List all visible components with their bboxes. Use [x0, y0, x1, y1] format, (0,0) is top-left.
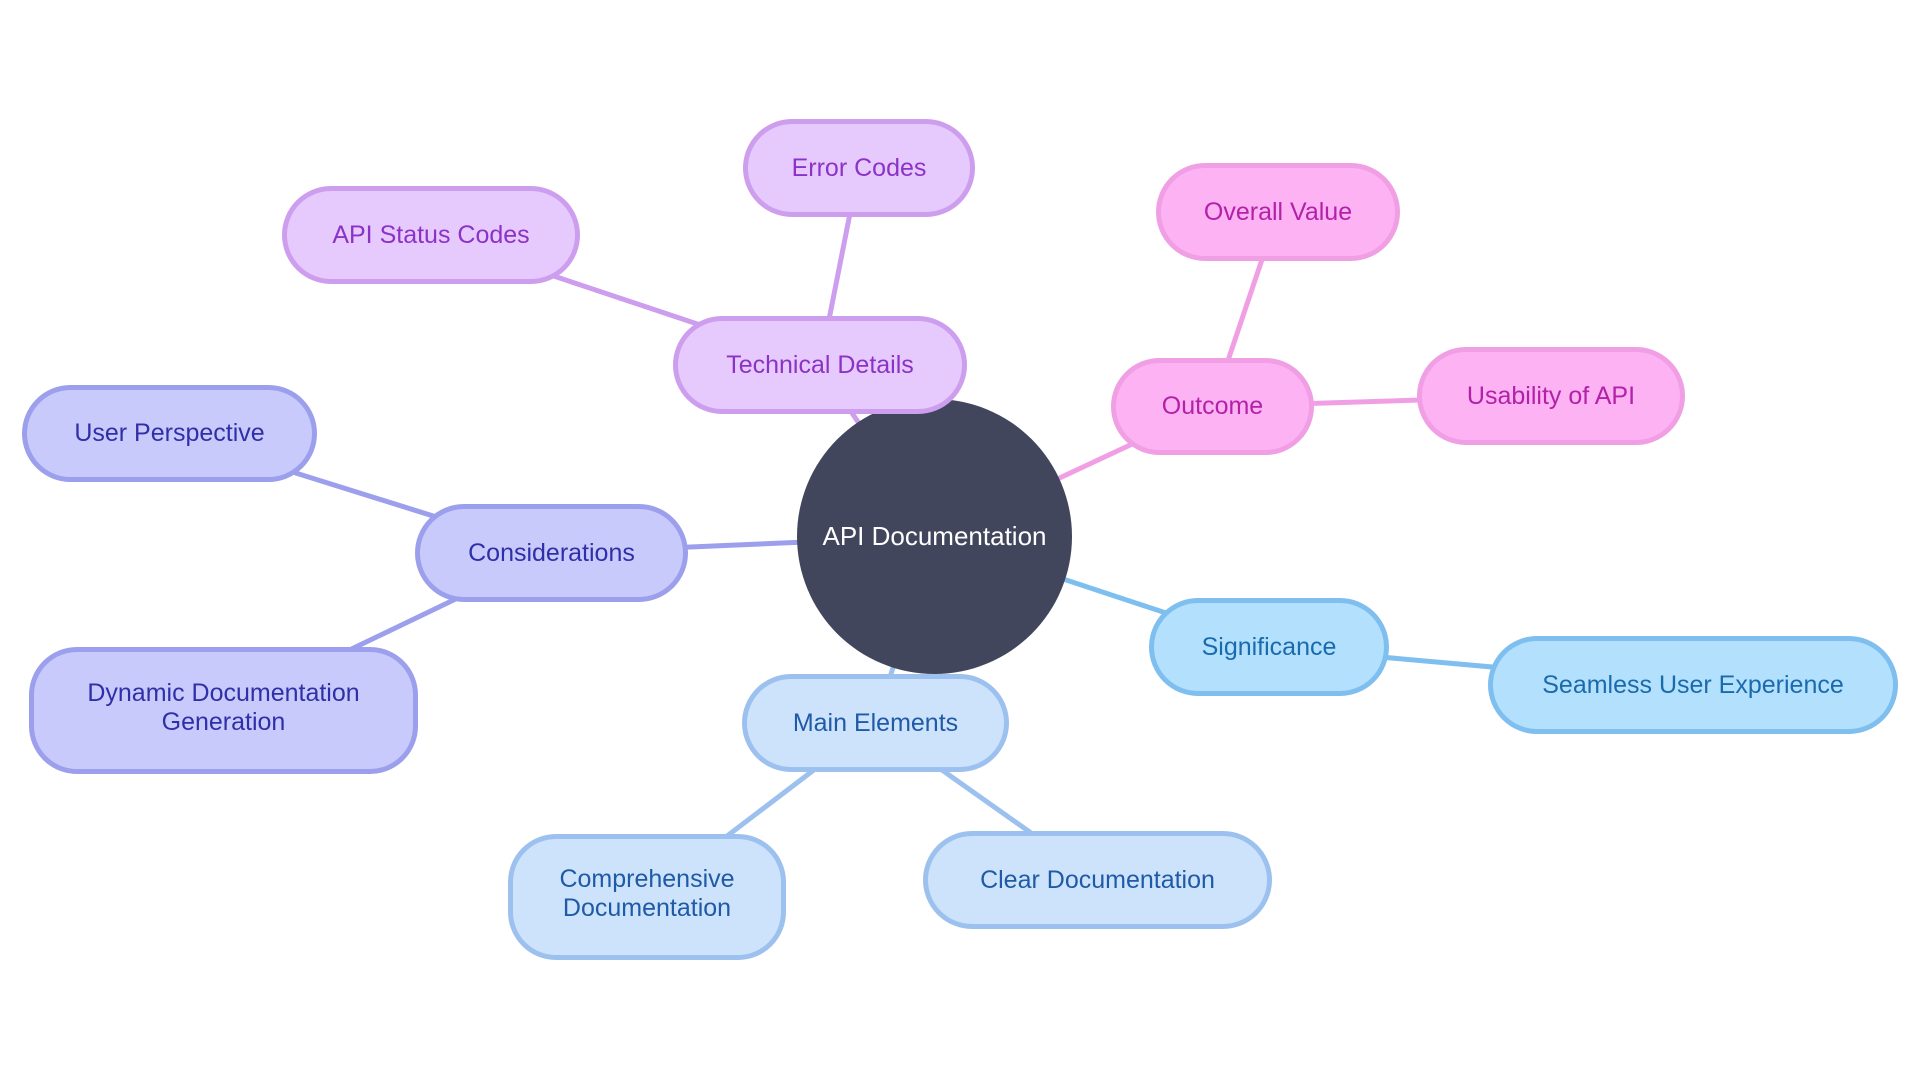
- node-label: Significance: [1201, 632, 1337, 661]
- node-label: Dynamic Documentation Generation: [87, 678, 360, 736]
- node-label: Clear Documentation: [980, 865, 1215, 894]
- node-label: Technical Details: [726, 350, 914, 379]
- node-significance[interactable]: Significance: [1149, 598, 1389, 696]
- node-label: Overall Value: [1203, 197, 1353, 226]
- node-label: Seamless User Experience: [1542, 670, 1844, 699]
- node-error-codes[interactable]: Error Codes: [743, 119, 975, 217]
- node-label: Considerations: [468, 538, 635, 567]
- node-dynamic-documentation-generation[interactable]: Dynamic Documentation Generation: [29, 647, 418, 774]
- node-clear-documentation[interactable]: Clear Documentation: [923, 831, 1272, 929]
- node-label: Comprehensive Documentation: [559, 865, 735, 922]
- node-label: API Status Codes: [332, 220, 530, 249]
- node-technical-details[interactable]: Technical Details: [673, 316, 967, 414]
- node-main-elements[interactable]: Main Elements: [742, 674, 1009, 772]
- node-api-status-codes[interactable]: API Status Codes: [282, 186, 580, 284]
- node-label: Outcome: [1161, 392, 1264, 420]
- node-usability-of-api[interactable]: Usability of API: [1417, 347, 1685, 445]
- node-user-perspective[interactable]: User Perspective: [22, 385, 317, 482]
- node-seamless-user-experience[interactable]: Seamless User Experience: [1488, 636, 1898, 734]
- node-label: Main Elements: [792, 708, 959, 737]
- node-label: User Perspective: [74, 419, 265, 447]
- node-label: Usability of API: [1466, 381, 1636, 410]
- node-label: Error Codes: [791, 153, 927, 182]
- node-overall-value[interactable]: Overall Value: [1156, 163, 1400, 261]
- node-outcome[interactable]: Outcome: [1111, 358, 1314, 455]
- root-node-api-documentation[interactable]: API Documentation: [797, 399, 1072, 674]
- node-considerations[interactable]: Considerations: [415, 504, 688, 602]
- root-node-label: API Documentation: [822, 521, 1047, 551]
- node-comprehensive-documentation[interactable]: Comprehensive Documentation: [508, 834, 786, 960]
